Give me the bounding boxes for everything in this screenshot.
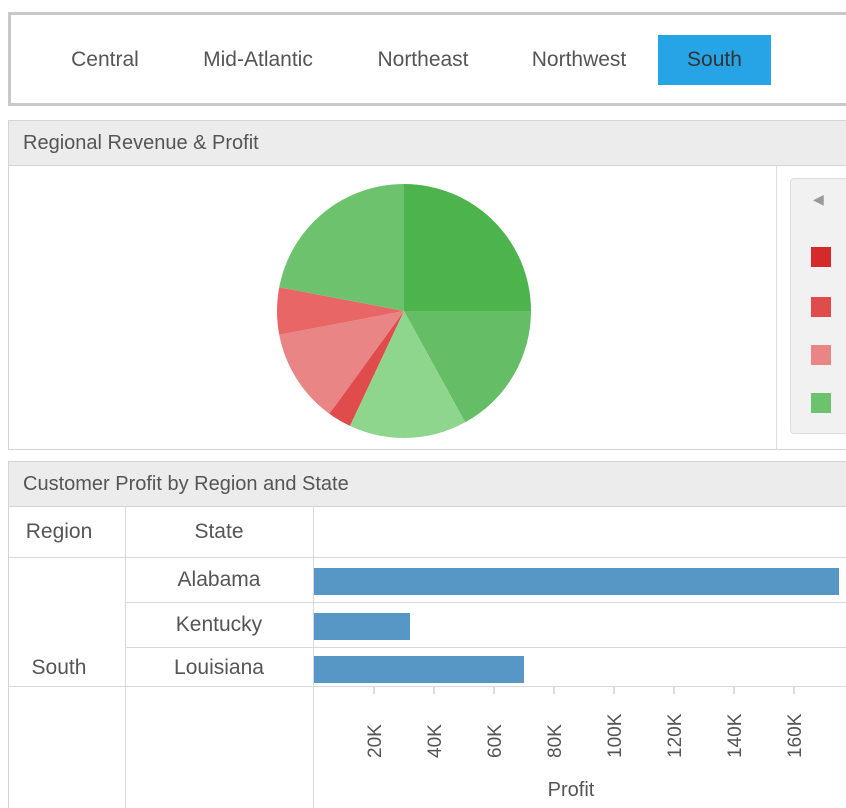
- region-tab-bar: Central Mid-Atlantic Northeast Northwest…: [8, 12, 846, 106]
- tab-mid-atlantic[interactable]: Mid-Atlantic: [183, 35, 333, 85]
- x-tick-label-4: 100K: [605, 713, 626, 758]
- legend-swatch-red-dark: [811, 247, 831, 267]
- pie-chart-panel: [8, 166, 846, 450]
- x-tick-label-3: 80K: [545, 724, 566, 758]
- bar-alabama[interactable]: [314, 568, 839, 595]
- x-tick-label-6: 140K: [725, 713, 746, 758]
- x-tick-label-1: 40K: [425, 724, 446, 758]
- legend-swatch-red-light: [811, 345, 831, 365]
- bar-kentucky[interactable]: [314, 613, 410, 640]
- table-panel-title: Customer Profit by Region and State: [8, 461, 846, 507]
- x-axis-label: Profit: [548, 779, 595, 801]
- revenue-profit-pie-chart[interactable]: [9, 166, 779, 450]
- bar-louisiana[interactable]: [314, 656, 524, 683]
- x-tick-label-5: 120K: [665, 713, 686, 758]
- legend-scroll-left-icon[interactable]: ◀: [813, 191, 824, 208]
- tab-central[interactable]: Central: [45, 35, 165, 85]
- pie-panel-title: Regional Revenue & Profit: [8, 120, 846, 166]
- profit-table: Region State South Alabama Kentucky Loui…: [8, 506, 846, 808]
- pie-legend: ◀: [790, 178, 846, 434]
- profit-bar-chart: 20K40K60K80K100K120K140K160K180KProfit: [314, 568, 846, 801]
- pie-slice-0[interactable]: [404, 184, 531, 311]
- x-tick-label-2: 60K: [485, 724, 506, 758]
- legend-swatch-red-mid: [811, 297, 831, 317]
- x-tick-label-0: 20K: [365, 724, 386, 758]
- tab-northwest[interactable]: Northwest: [509, 35, 649, 85]
- tab-south[interactable]: South: [658, 35, 771, 85]
- legend-swatch-green: [811, 393, 831, 413]
- x-tick-label-7: 160K: [785, 713, 806, 758]
- legend-divider: [776, 166, 777, 450]
- tab-northeast[interactable]: Northeast: [355, 35, 491, 85]
